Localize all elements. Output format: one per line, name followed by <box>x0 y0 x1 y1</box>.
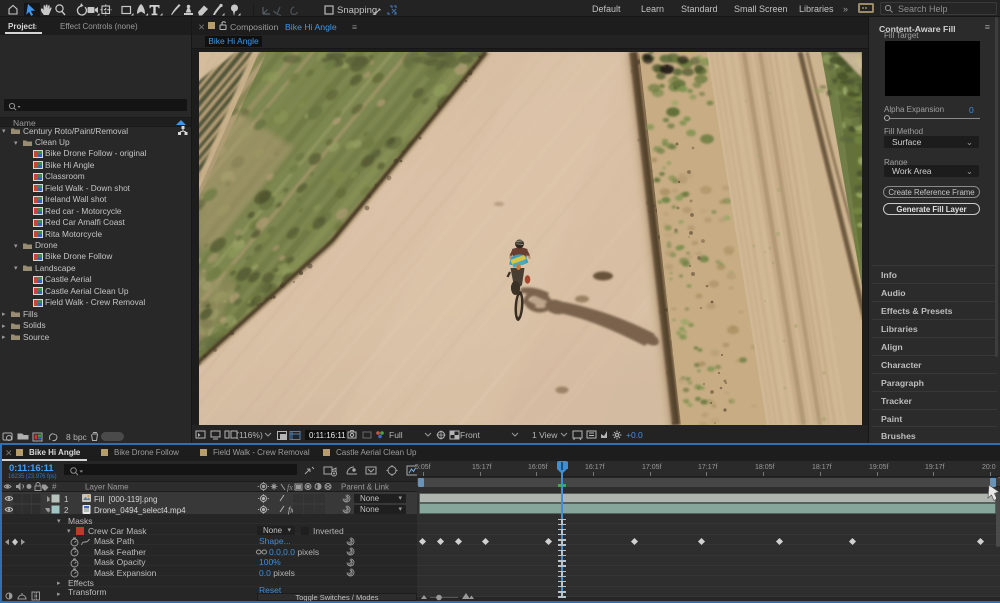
svg-text:0:11:16:11: 0:11:16:11 <box>309 431 346 440</box>
svg-text:Parent & Link: Parent & Link <box>341 483 390 492</box>
svg-text:Full: Full <box>389 430 403 440</box>
svg-text:1: 1 <box>64 495 69 504</box>
svg-text:fx: fx <box>287 483 293 492</box>
svg-text:Front: Front <box>460 430 480 440</box>
svg-text:1 View: 1 View <box>532 430 558 440</box>
svg-text:Layer Name: Layer Name <box>85 483 129 492</box>
svg-text:2: 2 <box>64 506 69 515</box>
svg-text:8 bpc: 8 bpc <box>66 432 88 442</box>
svg-text:+0.0: +0.0 <box>626 430 643 440</box>
svg-text:Snapping: Snapping <box>337 5 377 16</box>
svg-text:(116%): (116%) <box>236 430 263 440</box>
svg-text:#: # <box>52 483 57 492</box>
